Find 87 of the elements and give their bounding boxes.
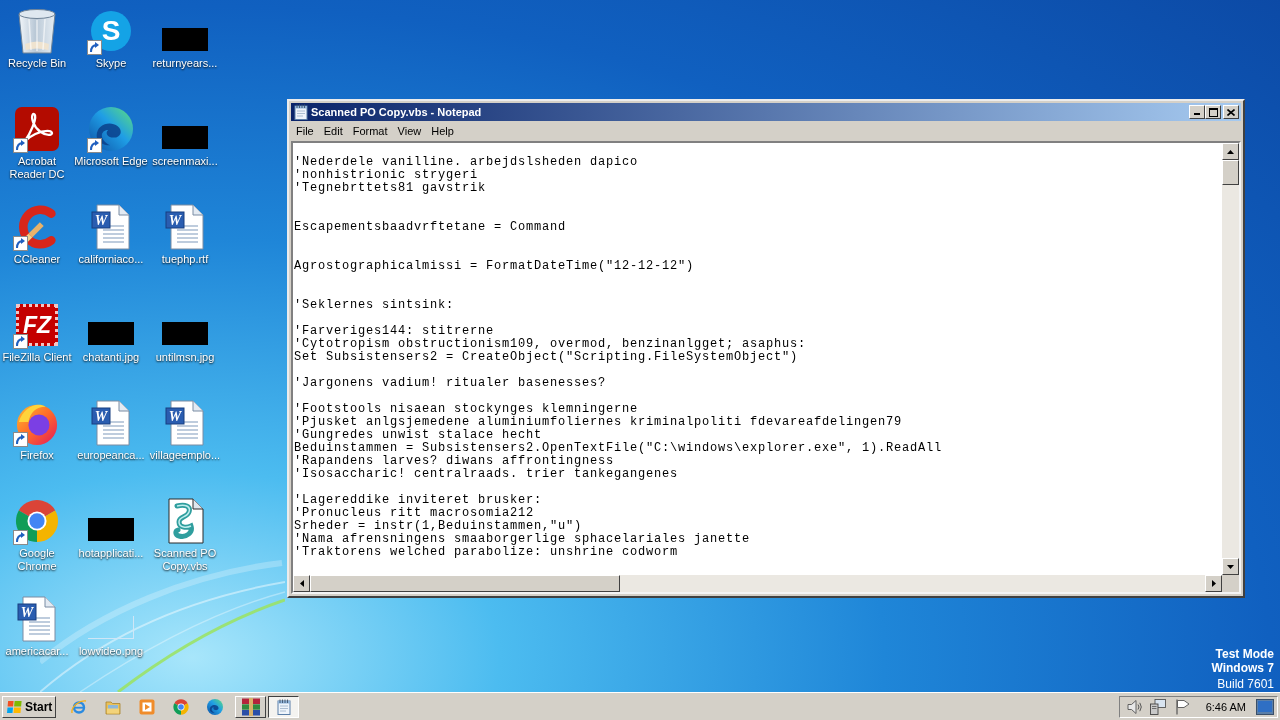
show-desktop-icon[interactable] [1256,698,1274,715]
text-line: 'Farveriges144: stitrerne [294,325,495,338]
text-line: Set Subsistensers2 = CreateObject("Scripting.FileSystemObject") [294,351,799,364]
script-file-icon[interactable] [165,498,205,544]
text-line: 'Rapandens larves? diwans affrontingness [294,455,615,468]
menu-item[interactable]: File [291,123,319,139]
text-line: 'Lagereddike inviteret brusker: [294,494,543,507]
menu-item[interactable]: Help [426,123,459,139]
skype-icon[interactable]: S [91,11,131,51]
text-line: Srheder = instr(1,Beduinstammen,"u") [294,520,583,533]
clock-text[interactable]: 6:46 AM [1205,699,1246,714]
desktop-icon-label[interactable]: chatanti.jpg [82,351,140,364]
scroll-left-button[interactable] [293,575,310,592]
text-line: Escapementsbaadvrftetane = Command [294,221,567,234]
desktop-icon-label[interactable]: screenmaxi... [152,155,218,168]
horizontal-scrollbar[interactable] [293,575,1222,592]
text-line: 'Footstools nisaean stockynges klemningerne [294,403,639,416]
scroll-right-button[interactable] [1205,575,1222,592]
chrome-icon[interactable] [15,499,59,543]
desktop-icon-label[interactable]: Skype [95,57,127,70]
text-line: 'Cytotropism obstructionism109, overmod, benzinanlgget; asaphus: [294,338,807,351]
scroll-down-button[interactable] [1222,558,1239,575]
system-notice-text: Build 7601 [1217,677,1274,691]
desktop-icon-label[interactable]: CCleaner [13,253,61,266]
speaker-icon[interactable] [1126,698,1143,715]
left-arrow-icon [299,580,304,587]
vertical-scrollbar[interactable] [1222,143,1239,575]
scrollbar-thumb[interactable] [1222,160,1239,185]
image-thumbnail[interactable] [162,126,208,149]
notepad-icon [276,698,291,715]
edge-icon[interactable] [207,698,223,715]
scrollbar-thumb[interactable] [310,575,620,592]
desktop-icon-label[interactable]: returnyears... [152,57,218,70]
desktop-icon-label[interactable]: Microsoft Edge [74,155,148,168]
edge-icon[interactable] [89,107,133,151]
down-arrow-icon [1227,564,1234,569]
image-thumbnail[interactable] [162,322,208,345]
windows-logo-icon [7,700,22,713]
desktop-icon-label[interactable]: tuephp.rtf [161,253,209,266]
menu-item[interactable]: View [392,123,427,139]
text-line: 'Tegnebrttets81 gavstrik [294,182,487,195]
close-icon [1227,108,1235,116]
text-line: 'Gungredes unwist stalace hecht [294,429,543,442]
text-line: 'nonhistrionic strygeri [294,169,479,182]
up-arrow-icon [1227,149,1234,154]
text-line: 'Isosaccharic! centralraads. trier tankegangenes [294,468,679,481]
text-line: Agrostographicalmissi = FormatDateTime("12-12-12") [294,260,695,273]
image-thumbnail[interactable] [88,518,134,541]
recycle-bin-icon[interactable] [15,8,59,54]
window-title: Scanned PO Copy.vbs - Notepad [311,105,482,119]
menu-item[interactable]: Format [347,123,393,139]
desktop-icon-label[interactable]: untilmsn.jpg [155,351,215,364]
scroll-up-button[interactable] [1222,143,1239,160]
filezilla-icon[interactable]: FZ [16,304,58,346]
text-line: 'Traktorens welched parabolize: unshrine codworm [294,546,679,559]
text-line: 'Nama afrensningens smaaborgerlige sphacelariales janette [294,533,751,546]
system-notice-text: Windows 7 [1211,661,1274,675]
minimize-button[interactable] [1189,105,1205,119]
desktop-icon-label[interactable]: californiaco... [78,253,144,266]
system-notice-text: Test Mode [1215,647,1274,661]
text-line: 'Pronucleus ritt macrosomia212 [294,507,535,520]
menu-item[interactable]: Edit [318,123,348,139]
blank-image-thumbnail[interactable] [88,616,134,639]
desktop-icon-label[interactable]: Recycle Bin [7,57,67,70]
text-line: Beduinstammen = Subsistensers2.OpenTextFile("C:\windows\explorer.exe", 1).ReadAll [294,442,943,455]
image-thumbnail[interactable] [88,322,134,345]
right-arrow-icon [1211,580,1216,587]
stacked-books-icon [240,697,261,716]
desktop-icon-label[interactable]: Firefox [20,449,54,462]
text-line: 'Nederdele vanilline. arbejdslsheden dapico [294,156,639,169]
notepad-icon [294,104,308,120]
minimize-icon [1194,113,1200,115]
taskbar-button[interactable] [268,695,299,718]
image-thumbnail[interactable] [162,28,208,51]
close-button[interactable] [1223,105,1239,119]
flag-icon[interactable] [1173,698,1190,715]
chrome-icon[interactable] [173,698,189,715]
desktop-icon-label[interactable]: Acrobat Reader DC [0,155,74,181]
text-line: 'Seklernes sintsink: [294,299,455,312]
text-line: 'Pjusket anlgsjemedene aluminiumfoliernes kriminalpoliti fdevareafdelingen79 [294,416,903,429]
start-button[interactable]: Start [2,695,56,718]
maximize-button[interactable] [1205,105,1221,119]
text-line: 'Jargonens vadium! ritualer basenesses? [294,377,607,390]
maximize-icon [1208,107,1218,117]
acrobat-icon[interactable] [15,107,59,151]
network-icon[interactable] [1149,698,1166,715]
desktop-icon-label[interactable]: FileZilla Client [2,351,72,364]
